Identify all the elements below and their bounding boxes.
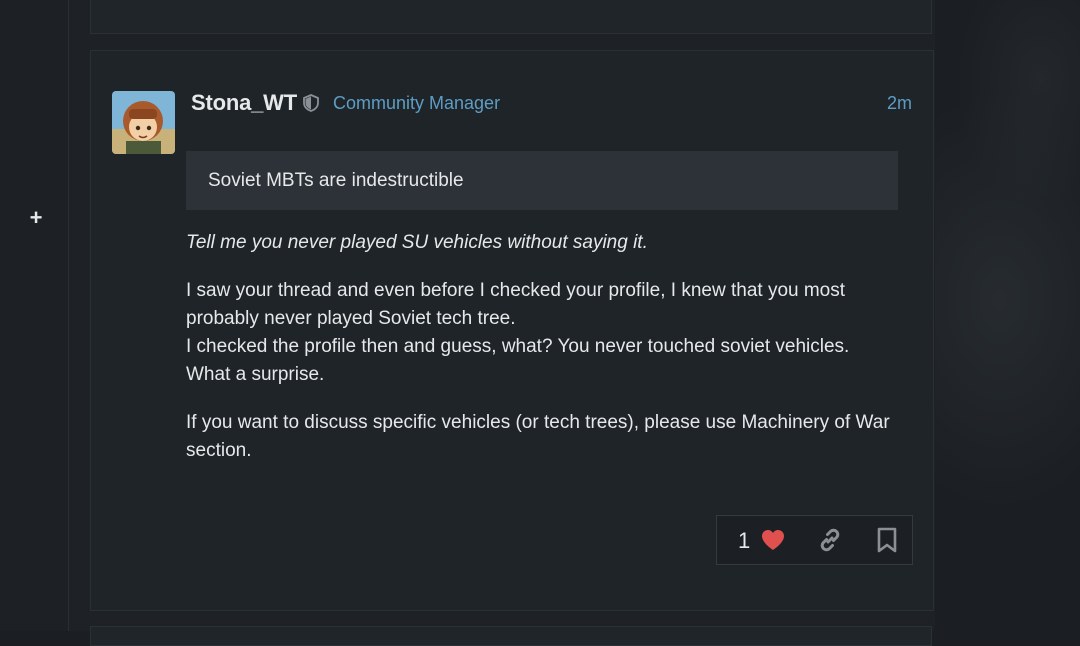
post-paragraph-2a: I saw your thread and even before I chec…: [186, 280, 846, 329]
post-body: Tell me you never played SU vehicles wit…: [186, 229, 898, 485]
expand-button[interactable]: +: [26, 206, 46, 230]
quote-block: Soviet MBTs are indestructible: [186, 151, 898, 210]
previous-post: [90, 0, 932, 34]
user-title[interactable]: Community Manager: [333, 92, 500, 114]
shield-icon: [303, 94, 319, 112]
post-date[interactable]: 2m: [860, 92, 912, 114]
post-actions: 1: [716, 515, 913, 565]
next-post: [90, 626, 932, 646]
quote-text: Soviet MBTs are indestructible: [208, 169, 464, 191]
avatar[interactable]: [112, 91, 175, 154]
post-username[interactable]: Stona_WT: [191, 90, 297, 116]
heart-icon[interactable]: [760, 528, 786, 552]
left-rail: [0, 0, 69, 631]
post-paragraph-2b: I checked the profile then and guess, wh…: [186, 336, 850, 385]
like-count[interactable]: 1: [738, 528, 750, 554]
link-icon[interactable]: [817, 527, 843, 553]
bookmark-icon[interactable]: [876, 527, 898, 553]
post-paragraph-1: Tell me you never played SU vehicles wit…: [186, 232, 648, 253]
post-paragraph-3: If you want to discuss specific vehicles…: [186, 412, 890, 461]
